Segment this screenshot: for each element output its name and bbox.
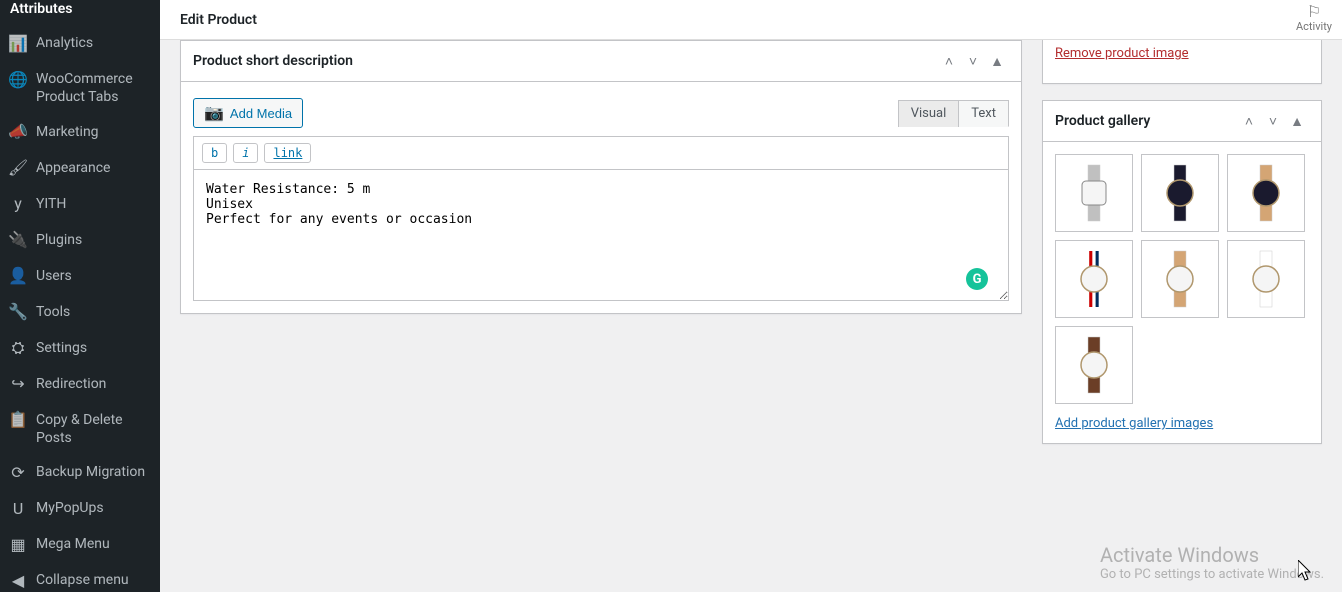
sidebar-item-9[interactable]: ↪ Redirection <box>0 367 160 403</box>
panel-header: Product short description ˄ ˅ ▲ <box>181 41 1021 82</box>
sidebar-icon: 👤 <box>8 267 28 287</box>
move-up-icon[interactable]: ˄ <box>1237 109 1261 133</box>
sidebar-icon: U <box>8 499 28 519</box>
page-header: Edit Product ⚐ Activity <box>160 0 1342 40</box>
sidebar-label: Marketing <box>36 123 152 141</box>
sidebar-label: Tools <box>36 303 152 321</box>
gallery-thumbnail[interactable] <box>1141 154 1219 232</box>
sidebar-item-4[interactable]: y YITH <box>0 187 160 223</box>
gallery-panel-header: Product gallery ˄ ˅ ▲ <box>1043 101 1321 142</box>
sidebar-icon: 📋 <box>8 411 28 431</box>
sidebar-icon: ↪ <box>8 375 28 395</box>
sidebar-label: Mega Menu <box>36 535 152 553</box>
toggle-panel-icon[interactable]: ▲ <box>1285 109 1309 133</box>
sidebar-icon: 🌐 <box>8 70 28 90</box>
add-media-label: Add Media <box>230 106 292 121</box>
gallery-grid <box>1055 154 1309 404</box>
tab-text[interactable]: Text <box>959 100 1009 127</box>
move-up-icon[interactable]: ˄ <box>937 49 961 73</box>
sidebar-icon: 🖌 <box>8 159 28 179</box>
sidebar-item-7[interactable]: 🔧 Tools <box>0 295 160 331</box>
sidebar-item-10[interactable]: 📋 Copy & Delete Posts <box>0 403 160 455</box>
activity-label: Activity <box>1296 20 1332 33</box>
sidebar-item-5[interactable]: 🔌 Plugins <box>0 223 160 259</box>
sidebar-item-3[interactable]: 🖌 Appearance <box>0 151 160 187</box>
product-gallery-panel: Product gallery ˄ ˅ ▲ Add product galler… <box>1042 100 1322 444</box>
sidebar-label: Users <box>36 267 152 285</box>
sidebar-icon: ⛭ <box>8 339 28 359</box>
tab-visual[interactable]: Visual <box>898 100 960 127</box>
sidebar-icon: y <box>8 195 28 215</box>
sidebar-label: Plugins <box>36 231 152 249</box>
gallery-thumbnail[interactable] <box>1227 154 1305 232</box>
gallery-thumbnail[interactable] <box>1227 240 1305 318</box>
gallery-thumbnail[interactable] <box>1055 240 1133 318</box>
sidebar-sub-attributes[interactable]: Attributes <box>0 0 160 26</box>
sidebar-label: Collapse menu <box>36 571 152 589</box>
media-icon: 📷 <box>204 103 224 123</box>
remove-product-image-link[interactable]: Remove product image <box>1055 46 1309 71</box>
toggle-panel-icon[interactable]: ▲ <box>985 49 1009 73</box>
sidebar-icon: 📊 <box>8 34 28 54</box>
sidebar-label: YITH <box>36 195 152 213</box>
gallery-thumbnail[interactable] <box>1055 154 1133 232</box>
italic-button[interactable]: i <box>233 143 258 163</box>
sidebar-item-8[interactable]: ⛭ Settings <box>0 331 160 367</box>
grammarly-icon[interactable]: G <box>966 268 988 290</box>
sidebar-label: Backup Migration <box>36 463 152 481</box>
sidebar-label: WooCommerce Product Tabs <box>36 70 152 106</box>
sidebar-item-11[interactable]: ⟳ Backup Migration <box>0 455 160 491</box>
sidebar-icon: ⟳ <box>8 463 28 483</box>
sidebar-item-12[interactable]: U MyPopUps <box>0 491 160 527</box>
content-area: Edit Product ⚐ Activity Product short de… <box>160 0 1342 592</box>
gallery-thumbnail[interactable] <box>1141 240 1219 318</box>
panel-title: Product short description <box>193 53 937 69</box>
add-gallery-images-link[interactable]: Add product gallery images <box>1055 416 1213 431</box>
page-title: Edit Product <box>180 12 257 28</box>
bold-button[interactable]: b <box>202 143 227 163</box>
sidebar-item-2[interactable]: 📣 Marketing <box>0 115 160 151</box>
sidebar-item-13[interactable]: ▦ Mega Menu <box>0 527 160 563</box>
quicktags-toolbar: b i link <box>193 136 1009 169</box>
add-media-button[interactable]: 📷 Add Media <box>193 98 303 128</box>
sidebar-icon: 🔧 <box>8 303 28 323</box>
sidebar-icon: 🔌 <box>8 231 28 251</box>
sidebar-icon: 📣 <box>8 123 28 143</box>
sidebar-label: Analytics <box>36 34 152 52</box>
sidebar-label: Appearance <box>36 159 152 177</box>
gallery-thumbnail[interactable] <box>1055 326 1133 404</box>
product-image-panel-bottom: Remove product image <box>1042 40 1322 84</box>
gallery-panel-title: Product gallery <box>1055 113 1237 129</box>
description-textarea[interactable] <box>194 170 1008 300</box>
admin-sidebar: Attributes 📊 Analytics 🌐 WooCommerce Produc… <box>0 0 160 592</box>
activity-button[interactable]: ⚐ Activity <box>1296 4 1332 33</box>
sidebar-label: MyPopUps <box>36 499 152 517</box>
sidebar-sub-label: Attributes <box>10 0 152 18</box>
sidebar-item-14[interactable]: ◀ Collapse menu <box>0 563 160 592</box>
sidebar-label: Redirection <box>36 375 152 393</box>
sidebar-item-0[interactable]: 📊 Analytics <box>0 26 160 62</box>
sidebar-icon: ▦ <box>8 535 28 555</box>
link-button[interactable]: link <box>264 143 311 163</box>
sidebar-icon: ◀ <box>8 571 28 591</box>
sidebar-label: Copy & Delete Posts <box>36 411 152 447</box>
move-down-icon[interactable]: ˅ <box>1261 109 1285 133</box>
short-description-panel: Product short description ˄ ˅ ▲ 📷 Add Me… <box>180 40 1022 314</box>
sidebar-label: Settings <box>36 339 152 357</box>
move-down-icon[interactable]: ˅ <box>961 49 985 73</box>
flag-icon: ⚐ <box>1296 4 1332 20</box>
sidebar-item-1[interactable]: 🌐 WooCommerce Product Tabs <box>0 62 160 114</box>
sidebar-item-6[interactable]: 👤 Users <box>0 259 160 295</box>
